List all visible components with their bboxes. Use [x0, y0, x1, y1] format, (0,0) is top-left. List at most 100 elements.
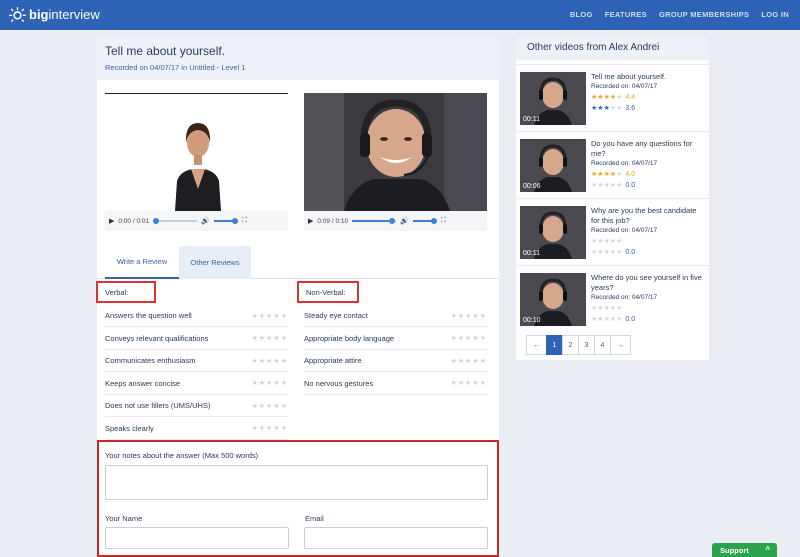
- video-recorded-date: Recorded on: 04/07/17: [591, 294, 658, 301]
- star-icon: ★★★★★: [591, 182, 623, 189]
- tab-write-review[interactable]: Write a Review: [105, 246, 179, 279]
- rating-value: 0.0: [625, 315, 636, 323]
- star-rating-input[interactable]: ★★★★★: [451, 379, 487, 387]
- arrow-right-icon[interactable]: →: [610, 335, 631, 355]
- rating-value: 4.0: [625, 170, 636, 178]
- video-thumbnail[interactable]: 00:11: [520, 206, 586, 259]
- other-videos-panel: Other videos from Alex Andrei 00:11 Tell …: [516, 38, 709, 360]
- rating-row-secondary: ★★★★★ 0.0: [591, 248, 636, 257]
- brand-logo[interactable]: big interview: [9, 6, 100, 23]
- rating-row-secondary: ★★★★★ 0.0: [591, 181, 635, 190]
- arrow-left-icon[interactable]: ←: [526, 335, 547, 355]
- criteria-row: Does not use fillers (UMS/UHS) ★★★★★: [105, 395, 288, 417]
- video-list-item[interactable]: 00:10 Where do you see yourself in five y…: [516, 265, 709, 333]
- criteria-row: No nervous gestures ★★★★★: [304, 373, 487, 395]
- page-3[interactable]: 3: [578, 335, 595, 355]
- support-label: Support: [720, 546, 749, 555]
- volume-icon[interactable]: 🔊: [201, 217, 210, 225]
- tab-other-reviews[interactable]: Other Reviews: [179, 246, 251, 279]
- star-icon: ★★★★★: [591, 305, 623, 312]
- criteria-row: Appropriate attire ★★★★★: [304, 350, 487, 372]
- star-rating-input[interactable]: ★★★★★: [451, 312, 487, 320]
- criteria-label: Steady eye contact: [304, 311, 368, 320]
- play-icon[interactable]: ▶: [109, 217, 114, 225]
- volume-slider-right[interactable]: [412, 218, 437, 224]
- video-title[interactable]: Tell me about yourself.: [591, 72, 705, 82]
- criteria-row: Appropriate body language ★★★★★: [304, 328, 487, 350]
- verbal-header: Verbal:: [96, 281, 156, 303]
- page-title: Tell me about yourself.: [105, 44, 226, 58]
- email-label: Email: [305, 514, 324, 523]
- video-title[interactable]: Do you have any questions for me?: [591, 139, 705, 159]
- star-rating-input[interactable]: ★★★★★: [252, 379, 288, 387]
- top-navbar: big interview BLOG FEATURES GROUP MEMBERS…: [0, 0, 800, 30]
- rating-value: 3.6: [625, 104, 636, 112]
- name-input[interactable]: [105, 527, 289, 549]
- fullscreen-icon[interactable]: ⛶: [441, 217, 446, 225]
- page-1[interactable]: 1: [546, 335, 563, 355]
- seek-bar-right[interactable]: [352, 218, 397, 224]
- star-icon: ★★★★★: [591, 249, 623, 256]
- star-rating-input[interactable]: ★★★★★: [252, 334, 288, 342]
- review-tabs: Write a Review Other Reviews: [97, 246, 499, 279]
- video-duration: 00:10: [523, 317, 541, 324]
- email-input[interactable]: [304, 527, 488, 549]
- star-rating-input[interactable]: ★★★★★: [252, 424, 288, 432]
- rating-row-primary: ★★★★★ 4.4: [591, 93, 635, 102]
- nav-group-memberships[interactable]: GROUP MEMBERSHIPS: [659, 10, 749, 19]
- seek-bar-left[interactable]: [153, 218, 198, 224]
- support-button[interactable]: Support ^: [712, 543, 777, 557]
- answer-video[interactable]: ▶ 0:09 / 0:10 🔊 ⛶: [304, 93, 487, 231]
- video-recorded-date: Recorded on: 04/07/17: [591, 83, 658, 90]
- star-icon: ★★★★★: [591, 171, 623, 178]
- video-thumbnail[interactable]: 00:06: [520, 139, 586, 192]
- star-icon: ★★★★★: [591, 316, 623, 323]
- rating-row-secondary: ★★★★★ 0.0: [591, 315, 636, 324]
- video-list-item[interactable]: 00:11 Why are you the best candidate for …: [516, 198, 709, 266]
- star-rating-input[interactable]: ★★★★★: [252, 312, 288, 320]
- criteria-row: Steady eye contact ★★★★★: [304, 305, 487, 327]
- page-2[interactable]: 2: [562, 335, 579, 355]
- main-nav: BLOG FEATURES GROUP MEMBERSHIPS LOG IN: [570, 10, 789, 19]
- criteria-label: Keeps answer concise: [105, 378, 181, 388]
- notes-label: Your notes about the answer (Max 500 wor…: [105, 451, 259, 460]
- star-rating-input[interactable]: ★★★★★: [252, 357, 288, 365]
- video-title[interactable]: Why are you the best candidate for this …: [591, 206, 705, 226]
- question-video[interactable]: ▶ 0:00 / 0:01 🔊 ⛶: [105, 93, 288, 231]
- video-controls-left: ▶ 0:00 / 0:01 🔊 ⛶: [105, 211, 288, 231]
- notes-form: Your notes about the answer (Max 500 wor…: [97, 440, 499, 557]
- video-list-item[interactable]: 00:11 Tell me about yourself. Recorded on:…: [516, 64, 709, 132]
- chevron-up-icon: ^: [765, 545, 770, 554]
- criteria-label: Appropriate attire: [304, 356, 362, 365]
- logo-text-light: interview: [48, 7, 100, 22]
- criteria-label: Does not use fillers (UMS/UHS): [105, 401, 211, 410]
- nav-log-in[interactable]: LOG IN: [761, 10, 789, 19]
- nonverbal-header: Non-Verbal:: [297, 281, 359, 303]
- video-thumbnail[interactable]: 00:11: [520, 72, 586, 125]
- recorded-info: Recorded on 04/07/17 in Untitled - Level…: [105, 63, 246, 72]
- play-icon[interactable]: ▶: [308, 217, 313, 225]
- rating-row-primary: ★★★★★ 4.0: [591, 170, 636, 179]
- sun-logo-icon: [9, 7, 26, 22]
- volume-icon[interactable]: 🔊: [400, 217, 409, 225]
- criteria-row: Answers the question well ★★★★★: [105, 305, 288, 327]
- page-4[interactable]: 4: [594, 335, 611, 355]
- name-label: Your Name: [105, 514, 143, 523]
- video-list-item[interactable]: 00:06 Do you have any questions for me? Re…: [516, 131, 709, 199]
- criteria-row: Keeps answer concise ★★★★★: [105, 373, 288, 395]
- interviewer-video-frame: [105, 94, 288, 211]
- notes-textarea[interactable]: [105, 465, 488, 500]
- video-title[interactable]: Where do you see yourself in five years?: [591, 273, 705, 293]
- nav-blog[interactable]: BLOG: [570, 10, 593, 19]
- video-thumbnail[interactable]: 00:10: [520, 273, 586, 326]
- rating-row-primary: ★★★★★: [591, 237, 622, 245]
- star-rating-input[interactable]: ★★★★★: [451, 357, 487, 365]
- video-time-left: 0:00 / 0:01: [118, 217, 150, 225]
- nav-features[interactable]: FEATURES: [605, 10, 647, 19]
- video-duration: 00:11: [523, 116, 540, 123]
- star-rating-input[interactable]: ★★★★★: [252, 402, 288, 410]
- volume-slider-left[interactable]: [213, 218, 238, 224]
- fullscreen-icon[interactable]: ⛶: [242, 217, 247, 225]
- star-rating-input[interactable]: ★★★★★: [451, 334, 487, 342]
- rating-value: 0.0: [625, 248, 636, 256]
